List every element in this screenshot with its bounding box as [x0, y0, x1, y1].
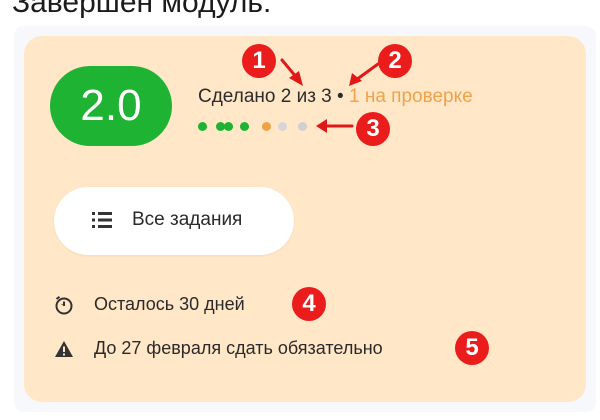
progress-dot — [240, 122, 249, 131]
grade-badge: 2.0 — [50, 66, 172, 146]
annotation-badge-2: 2 — [378, 44, 412, 78]
annotation-badge-4: 4 — [292, 287, 326, 321]
progress-dot — [224, 122, 233, 131]
warning-icon — [55, 341, 73, 357]
remaining-time-text: Осталось 30 дней — [94, 294, 245, 314]
progress-summary: Сделано 2 из 3 • 1 на проверке — [198, 86, 473, 108]
annotation-badge-3: 3 — [356, 112, 390, 146]
progress-dot — [198, 122, 207, 131]
all-tasks-label: Все задания — [132, 209, 243, 230]
deadline-text: До 27 февраля сдать обязательно — [94, 338, 383, 358]
review-count-link[interactable]: 1 на проверке — [349, 86, 473, 107]
list-icon — [92, 212, 112, 228]
timer-icon — [55, 295, 73, 315]
progress-dot — [278, 122, 287, 131]
progress-dot — [298, 122, 307, 131]
progress-dot — [262, 122, 271, 131]
progress-separator: • — [337, 86, 344, 107]
annotation-badge-5: 5 — [455, 331, 489, 365]
all-tasks-button[interactable]: Все задания — [54, 187, 294, 255]
done-count-text: Сделано 2 из 3 — [198, 86, 332, 107]
annotation-badge-1: 1 — [242, 44, 276, 78]
page-heading: Завершен модуль: — [12, 0, 272, 19]
